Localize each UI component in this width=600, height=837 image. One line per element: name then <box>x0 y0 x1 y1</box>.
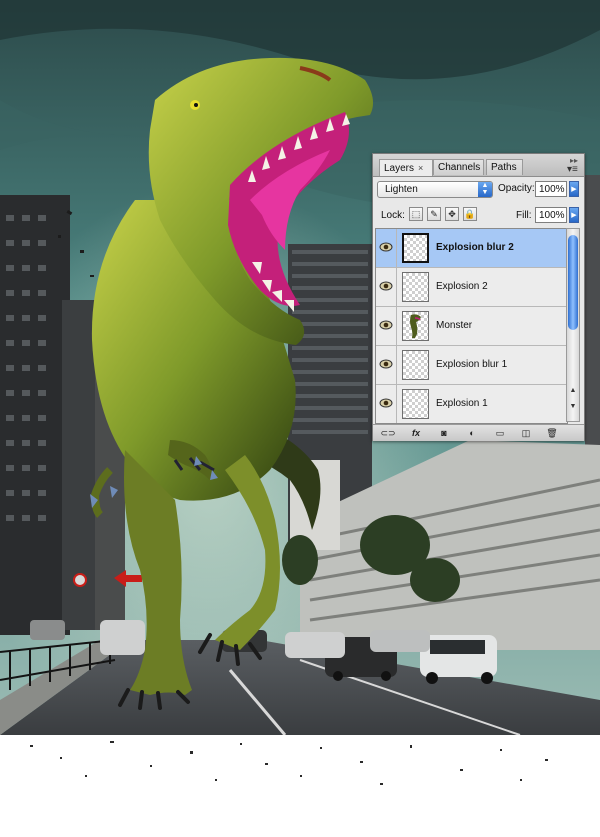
layer-thumbnail <box>402 272 429 302</box>
layer-thumbnail-monster <box>402 311 429 341</box>
layer-row-explosion-2[interactable]: Explosion 2 <box>376 268 567 307</box>
tab-channels-label: Channels <box>438 162 481 173</box>
panel-menu-icon[interactable]: ▾≡ <box>567 164 578 175</box>
eye-icon <box>379 281 393 291</box>
link-layers-button[interactable]: ⊂⊃ <box>379 427 397 439</box>
panel-bottom-toolbar: ⊂⊃ fx ◙ ◐ ▭ ◫ 🗑 <box>373 424 584 441</box>
monster-thumbnail-icon <box>410 314 421 338</box>
lock-position-icon[interactable]: ✥ <box>445 207 459 221</box>
new-layer-button[interactable]: ◫ <box>517 427 535 439</box>
layer-name: Explosion 1 <box>436 398 488 409</box>
opacity-slider-arrow-icon[interactable]: ▶ <box>569 181 579 197</box>
select-arrows-icon: ▲ ▼ <box>478 182 492 197</box>
layer-thumbnail <box>402 350 429 380</box>
fill-slider-arrow-icon[interactable]: ▶ <box>569 207 579 223</box>
tab-paths[interactable]: Paths <box>486 159 523 175</box>
fill-input[interactable]: 100% <box>535 207 567 223</box>
fill-label: Fill: <box>516 210 532 221</box>
eye-icon <box>379 359 393 369</box>
layer-list-scrollbar[interactable]: ▲ ▼ <box>566 228 580 422</box>
eye-icon <box>379 242 393 252</box>
opacity-label: Opacity: <box>498 183 535 194</box>
right-buildings <box>290 440 600 650</box>
scroll-down-icon[interactable]: ▼ <box>568 401 578 413</box>
add-mask-button[interactable]: ◙ <box>435 427 453 439</box>
layer-list: Explosion blur 2 Explosion 2 Monster Exp… <box>375 228 568 424</box>
visibility-toggle[interactable] <box>376 268 397 306</box>
tab-layers[interactable]: Layers × <box>379 159 433 176</box>
layer-name: Explosion 2 <box>436 281 488 292</box>
visibility-toggle[interactable] <box>376 385 397 423</box>
layer-thumbnail <box>402 233 429 263</box>
layer-row-explosion-1[interactable]: Explosion 1 <box>376 385 567 423</box>
panel-tab-bar: Layers × Channels Paths ▸▸ ▾≡ <box>373 154 584 177</box>
scroll-up-icon[interactable]: ▲ <box>568 385 578 397</box>
delete-layer-button[interactable]: 🗑 <box>543 427 561 439</box>
layer-row-explosion-blur-2[interactable]: Explosion blur 2 <box>376 229 567 268</box>
lock-transparent-pixels-icon[interactable]: ⬚ <box>409 207 423 221</box>
close-tab-icon[interactable]: × <box>418 163 423 173</box>
visibility-toggle[interactable] <box>376 229 397 267</box>
blend-mode-select[interactable]: Lighten ▲ ▼ <box>377 181 493 198</box>
lock-all-icon[interactable]: 🔒 <box>463 207 477 221</box>
debris-strip <box>0 735 600 832</box>
scroll-thumb[interactable] <box>568 235 578 330</box>
layer-name: Explosion blur 2 <box>436 242 514 253</box>
eye-icon <box>379 320 393 330</box>
lock-image-pixels-icon[interactable]: ✎ <box>427 207 441 221</box>
layers-panel: Layers × Channels Paths ▸▸ ▾≡ Lighten ▲ ▼ … <box>372 153 585 441</box>
adjustment-layer-button[interactable]: ◐ <box>463 427 481 439</box>
opacity-input[interactable]: 100% <box>535 181 567 197</box>
layer-row-monster[interactable]: Monster <box>376 307 567 346</box>
layer-thumbnail <box>402 389 429 419</box>
layer-row-explosion-blur-1[interactable]: Explosion blur 1 <box>376 346 567 385</box>
layer-name: Explosion blur 1 <box>436 359 508 370</box>
blend-mode-value: Lighten <box>385 184 418 195</box>
layer-style-button[interactable]: fx <box>407 427 425 439</box>
tab-paths-label: Paths <box>491 162 517 173</box>
layer-name: Monster <box>436 320 473 331</box>
tab-layers-label: Layers <box>384 163 415 174</box>
visibility-toggle[interactable] <box>376 307 397 345</box>
eye-icon <box>379 398 393 408</box>
visibility-toggle[interactable] <box>376 346 397 384</box>
lock-label: Lock: <box>381 210 405 221</box>
new-group-button[interactable]: ▭ <box>491 427 509 439</box>
tab-channels[interactable]: Channels <box>433 159 484 175</box>
